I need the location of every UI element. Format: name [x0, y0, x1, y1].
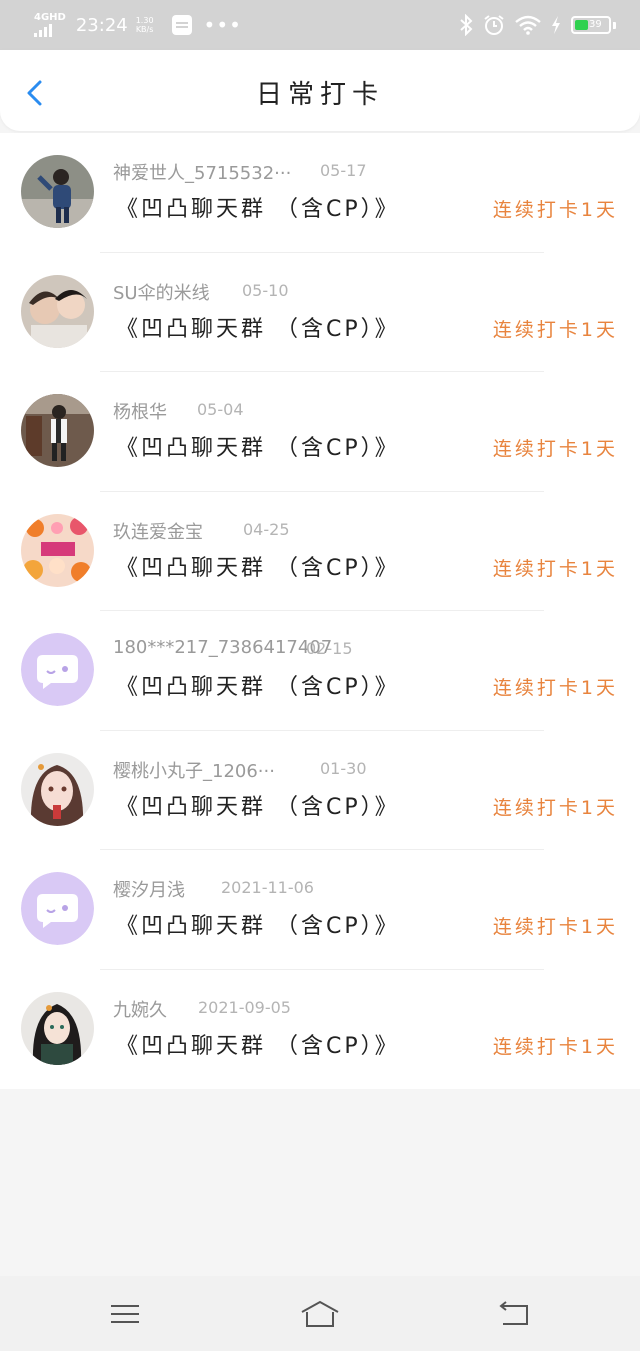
default-avatar[interactable]	[21, 633, 94, 706]
streak-label: 连续打卡1天	[492, 438, 618, 460]
battery-icon: 39	[571, 16, 611, 34]
streak-label: 连续打卡1天	[492, 1035, 618, 1058]
clock: 23:24	[75, 14, 128, 36]
menu-icon	[111, 1305, 139, 1323]
user-name: 九婉久	[113, 999, 167, 1021]
post-date: 05-04	[197, 400, 244, 419]
avatar[interactable]	[21, 274, 94, 348]
list-item[interactable]: 九婉久 2021-09-05 《凹凸聊天群 （含CP）》 连续打卡1天	[0, 970, 640, 1090]
signal-icon	[34, 23, 66, 37]
list-item[interactable]: 樱桃小丸子_1206··· 01-30 《凹凸聊天群 （含CP）》 连续打卡1天	[0, 731, 640, 850]
streak-label: 连续打卡1天	[492, 677, 618, 699]
list-item[interactable]: 杨根华 05-04 《凹凸聊天群 （含CP）》 连续打卡1天	[0, 372, 640, 492]
post-date: 02-15	[306, 639, 353, 658]
network-type: 4GHD	[34, 12, 66, 23]
page-title: 日常打卡	[255, 80, 384, 110]
list-item[interactable]: 玖连爱金宝 04-25 《凹凸聊天群 （含CP）》 连续打卡1天	[0, 492, 640, 611]
post-date: 2021-09-05	[198, 997, 291, 1017]
group-name-link[interactable]: 《凹凸聊天群 （含CP）》	[116, 430, 400, 462]
status-left: 4GHD 23:24 1.30 KB/s •••	[34, 13, 242, 37]
back-arrow-icon	[499, 1301, 528, 1325]
menu-button[interactable]	[105, 1296, 145, 1332]
streak-label: 连续打卡1天	[492, 199, 618, 221]
avatar[interactable]	[21, 752, 94, 826]
user-name: 玖连爱金宝	[113, 521, 203, 543]
battery-percent: 39	[589, 19, 602, 30]
home-button[interactable]	[300, 1296, 340, 1332]
header: 日常打卡	[0, 50, 640, 131]
charging-icon	[552, 16, 560, 34]
avatar[interactable]	[21, 155, 94, 228]
bluetooth-icon	[460, 14, 473, 36]
user-name: 杨根华	[113, 402, 167, 423]
system-nav-bar	[0, 1276, 640, 1351]
group-name-link[interactable]: 《凹凸聊天群 （含CP）》	[116, 669, 400, 701]
group-name-link[interactable]: 《凹凸聊天群 （含CP）》	[116, 311, 400, 343]
user-name: 180***217_7386417407	[113, 637, 333, 658]
speed-value: 1.30	[135, 16, 154, 25]
checkin-list: 神爱世人_5715532··· 05-17 《凹凸聊天群 （含CP）》 连续打卡…	[0, 133, 640, 1089]
battery-level	[575, 20, 588, 30]
default-avatar[interactable]	[21, 872, 94, 945]
post-date: 2021-11-06	[221, 878, 314, 897]
status-right: 39	[459, 14, 616, 36]
wifi-icon	[515, 15, 541, 35]
network-speed: 1.30 KB/s	[136, 16, 154, 34]
post-date: 04-25	[243, 519, 290, 539]
list-item[interactable]: 神爱世人_5715532··· 05-17 《凹凸聊天群 （含CP）》 连续打卡…	[0, 133, 640, 253]
group-name-link[interactable]: 《凹凸聊天群 （含CP）》	[116, 908, 400, 940]
speed-unit: KB/s	[135, 25, 154, 34]
status-bar: 4GHD 23:24 1.30 KB/s ••• 39	[0, 0, 640, 50]
list-item[interactable]: SU伞的米线 05-10 《凹凸聊天群 （含CP）》 连续打卡1天	[0, 253, 640, 372]
group-name-link[interactable]: 《凹凸聊天群 （含CP）》	[116, 191, 400, 223]
alarm-icon	[484, 15, 504, 35]
streak-label: 连续打卡1天	[492, 318, 618, 341]
user-name: 神爱世人_5715532···	[113, 163, 292, 184]
sim-card-icon	[171, 15, 192, 35]
avatar[interactable]	[21, 394, 94, 467]
back-nav-button[interactable]	[495, 1296, 535, 1332]
user-name: SU伞的米线	[113, 282, 210, 304]
group-name-link[interactable]: 《凹凸聊天群 （含CP）》	[116, 550, 400, 582]
more-notifications-icon: •••	[203, 13, 242, 37]
network-indicator: 4GHD	[34, 13, 66, 37]
streak-label: 连续打卡1天	[492, 796, 618, 819]
post-date: 01-30	[320, 758, 367, 778]
group-name-link[interactable]: 《凹凸聊天群 （含CP）》	[116, 1028, 400, 1060]
post-date: 05-17	[320, 161, 367, 180]
streak-label: 连续打卡1天	[492, 916, 618, 938]
user-name: 樱汐月浅	[113, 880, 185, 901]
list-item[interactable]: 180***217_7386417407 02-15 《凹凸聊天群 （含CP）》…	[0, 611, 640, 731]
post-date: 05-10	[242, 280, 289, 300]
group-name-link[interactable]: 《凹凸聊天群 （含CP）》	[116, 789, 400, 821]
streak-label: 连续打卡1天	[492, 557, 618, 580]
avatar[interactable]	[21, 991, 94, 1065]
avatar[interactable]	[21, 513, 94, 587]
user-name: 樱桃小丸子_1206···	[113, 760, 275, 782]
home-icon	[301, 1300, 339, 1327]
battery-nub	[613, 21, 616, 29]
list-item[interactable]: 樱汐月浅 2021-11-06 《凹凸聊天群 （含CP）》 连续打卡1天	[0, 850, 640, 970]
